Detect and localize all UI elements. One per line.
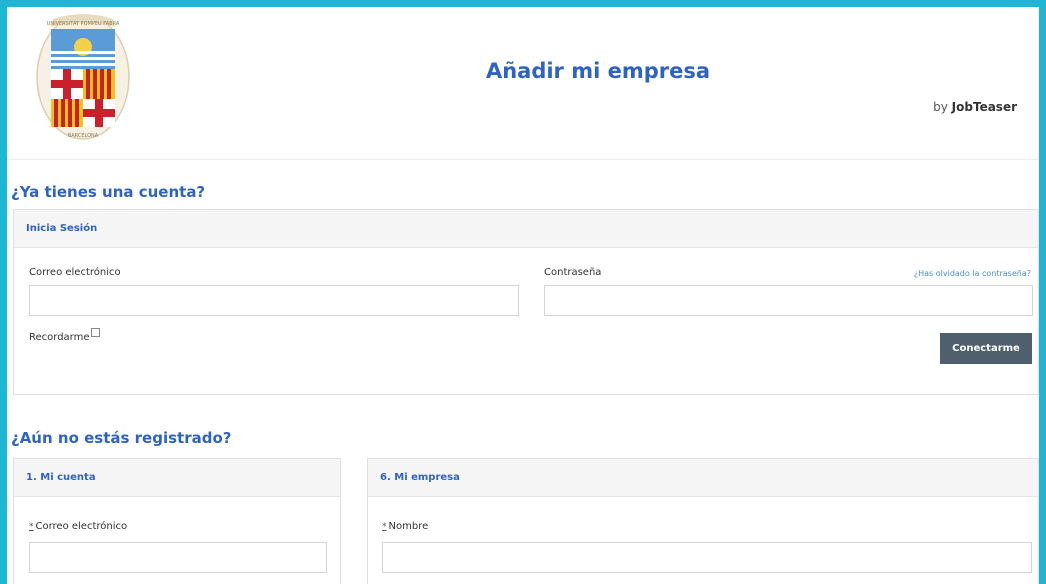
required-mark: * xyxy=(382,522,387,532)
svg-text:BARCELONA: BARCELONA xyxy=(68,133,99,139)
login-email-input[interactable] xyxy=(29,285,519,316)
byline-brand: JobTeaser xyxy=(951,100,1017,114)
company-panel: 6. Mi empresa * Nombre xyxy=(367,458,1039,584)
remember-me-label: Recordarme xyxy=(29,332,90,343)
svg-text:UNIVERSITAT POMPEU FABRA: UNIVERSITAT POMPEU FABRA xyxy=(47,21,120,27)
company-name-label-text: Nombre xyxy=(388,521,429,532)
company-panel-title: 6. Mi empresa xyxy=(368,459,1038,497)
company-name-input[interactable] xyxy=(382,542,1032,573)
register-email-input[interactable] xyxy=(29,542,327,573)
login-panel: Inicia Sesión Correo electrónico Contras… xyxy=(13,209,1039,395)
login-password-input[interactable] xyxy=(544,285,1033,316)
account-panel: 1. Mi cuenta * Correo electrónico xyxy=(13,458,341,584)
remember-me: Recordarme xyxy=(29,328,100,343)
login-section-heading: ¿Ya tienes una cuenta? xyxy=(11,183,206,201)
byline: by JobTeaser xyxy=(933,100,1017,114)
company-name-label: * Nombre xyxy=(382,521,428,532)
login-panel-title: Inicia Sesión xyxy=(14,210,1038,248)
byline-prefix: by xyxy=(933,100,948,114)
account-email-label: * Correo electrónico xyxy=(29,521,127,532)
register-section-heading: ¿Aún no estás registrado? xyxy=(11,429,232,447)
login-submit-button[interactable]: Conectarme xyxy=(940,333,1032,364)
forgot-password-link[interactable]: ¿Has olvidado la contraseña? xyxy=(914,269,1031,278)
account-email-label-text: Correo electrónico xyxy=(35,521,128,532)
account-panel-title: 1. Mi cuenta xyxy=(14,459,340,497)
login-email-label: Correo electrónico xyxy=(29,267,121,278)
header: UNIVERSITAT POMPEU FABRA BARCELONA Añadi… xyxy=(7,7,1039,160)
required-mark: * xyxy=(29,522,34,532)
page-title: Añadir mi empresa xyxy=(485,59,711,83)
login-password-label: Contraseña xyxy=(544,267,602,278)
remember-me-checkbox[interactable] xyxy=(90,328,100,337)
page: UNIVERSITAT POMPEU FABRA BARCELONA Añadi… xyxy=(7,7,1039,584)
